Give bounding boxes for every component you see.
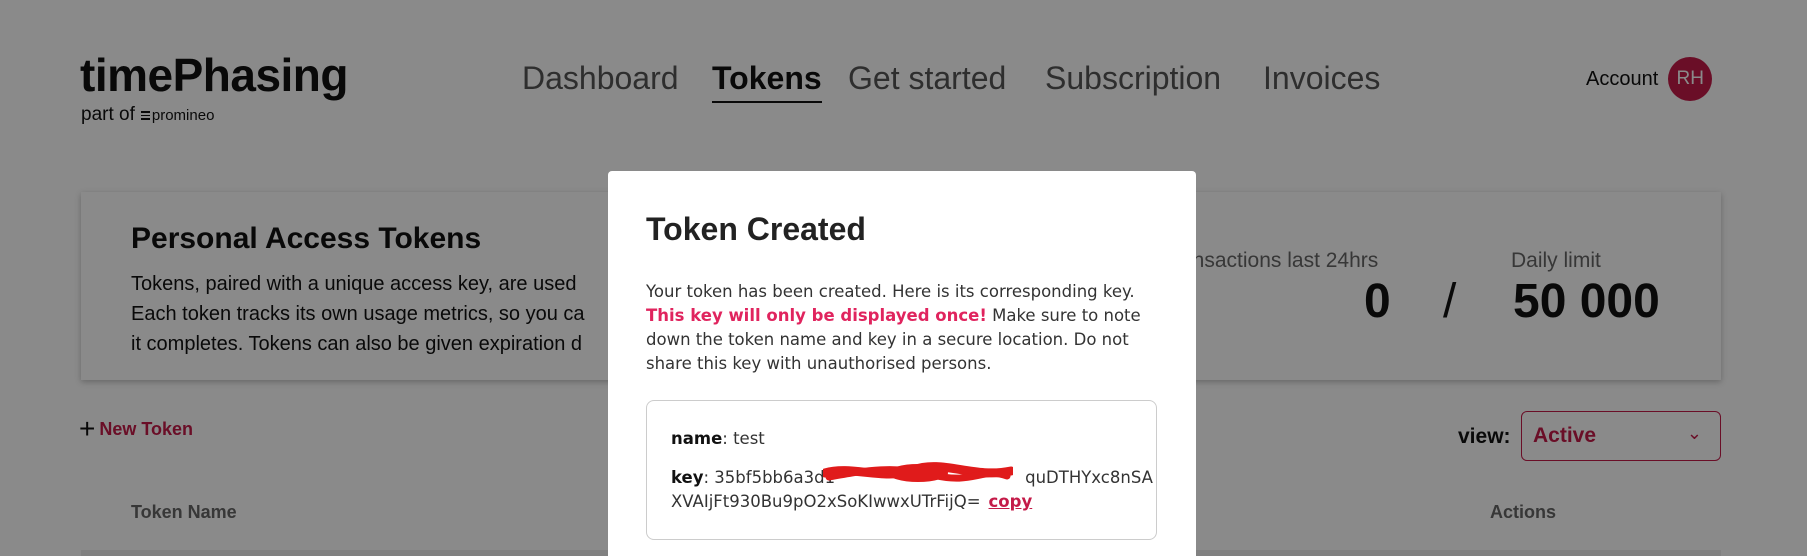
token-name-label: name — [671, 429, 723, 448]
key-line-2: XVAIjFt930Bu9pO2xSoKIwwxUTrFijQ= copy — [671, 490, 1141, 514]
token-name-row: name: test — [671, 429, 765, 448]
redaction-scribble — [823, 462, 1013, 482]
key-part-start: 35bf5bb6a3d1 — [714, 468, 836, 487]
key-part-end: quDTHYxc8nSA — [1025, 468, 1153, 487]
copy-key-link[interactable]: copy — [989, 492, 1033, 511]
token-created-dialog: Token Created Your token has been create… — [608, 171, 1196, 556]
dialog-warning: This key will only be displayed once! — [646, 306, 987, 325]
token-name-value: test — [733, 429, 765, 448]
token-key-label: key — [671, 468, 704, 487]
dialog-title: Token Created — [646, 211, 866, 247]
key-part-line2: XVAIjFt930Bu9pO2xSoKIwwxUTrFijQ= — [671, 492, 981, 511]
dialog-intro: Your token has been created. Here is its… — [646, 282, 1135, 301]
dialog-message: Your token has been created. Here is its… — [646, 280, 1151, 376]
token-key-box: name: test key: 35bf5bb6a3d1 quDTHYxc8nSA… — [646, 400, 1157, 540]
